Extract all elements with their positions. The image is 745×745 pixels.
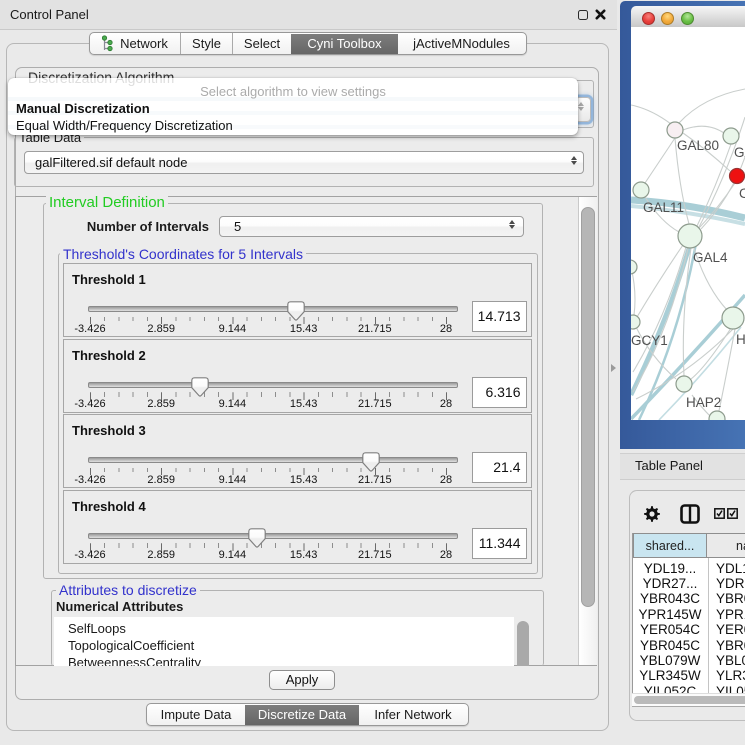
svg-text:GA: GA	[734, 145, 745, 160]
svg-text:GCY1: GCY1	[631, 333, 668, 348]
svg-text:H: H	[736, 332, 745, 347]
svg-text:GAL4: GAL4	[693, 250, 728, 265]
svg-text:GAL80: GAL80	[677, 138, 719, 153]
svg-text:C: C	[739, 186, 745, 201]
svg-text:HAP2: HAP2	[686, 395, 721, 410]
svg-text:GAL11: GAL11	[643, 200, 684, 215]
